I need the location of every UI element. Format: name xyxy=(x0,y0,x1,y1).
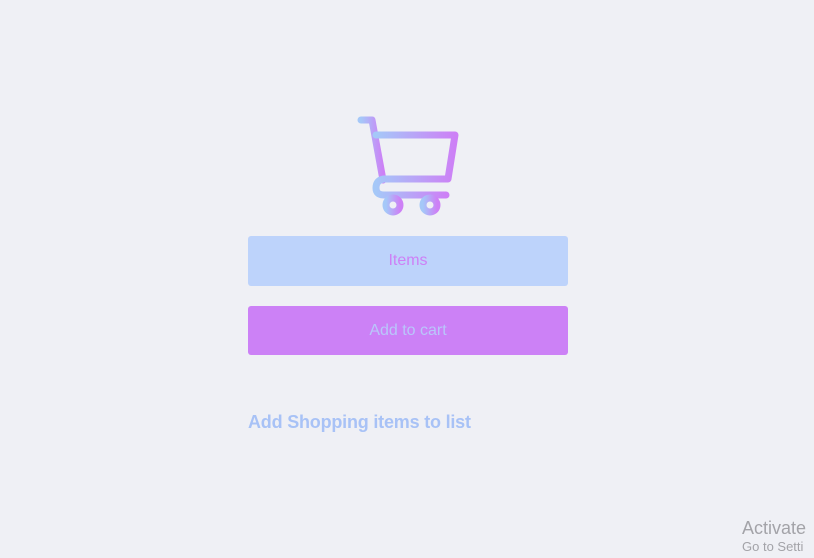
shopping-cart-icon xyxy=(356,114,460,218)
items-input[interactable] xyxy=(248,236,568,286)
watermark-title: Activate xyxy=(742,518,807,538)
windows-activation-watermark: Activate Go to Setti xyxy=(742,517,806,555)
shopping-list-heading: Add Shopping items to list xyxy=(248,412,471,432)
watermark-subtitle: Go to Setti xyxy=(742,539,804,554)
add-to-cart-button[interactable]: Add to cart xyxy=(248,306,568,355)
